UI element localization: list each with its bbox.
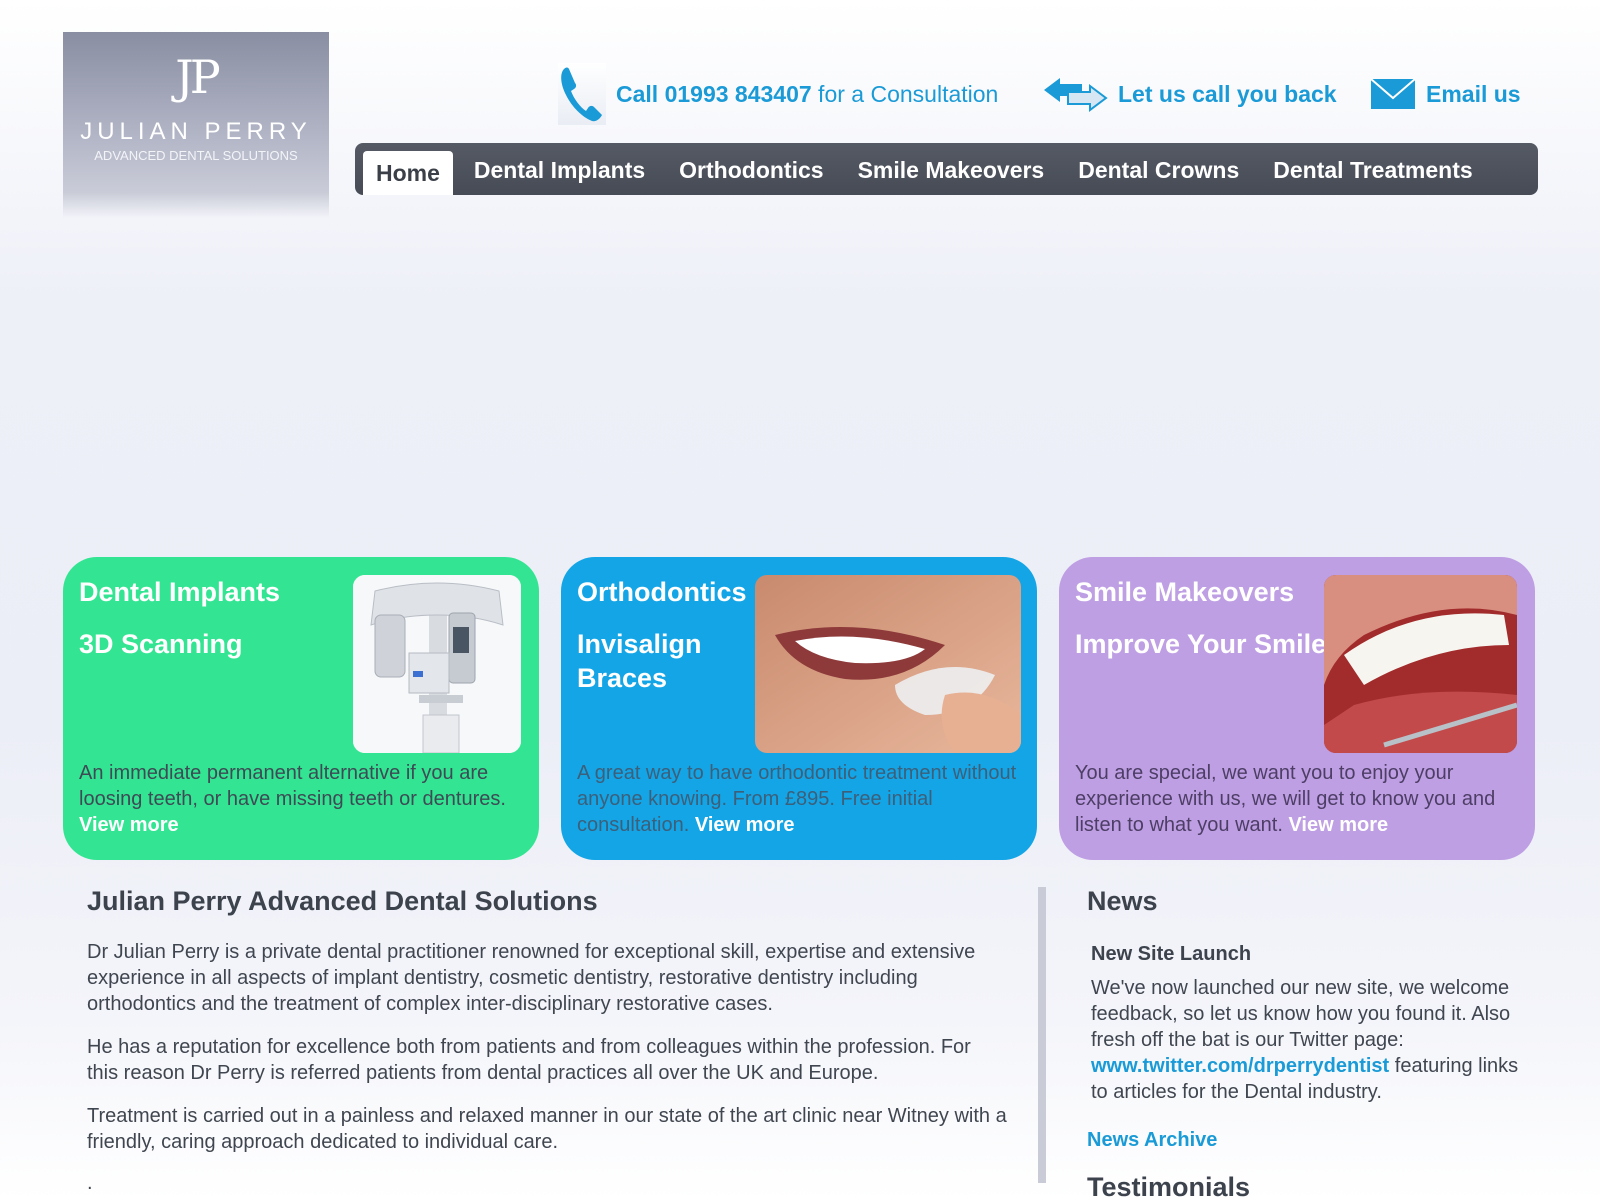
main-nav: Home Dental Implants Orthodontics Smile … bbox=[355, 143, 1538, 195]
call-contact[interactable]: Call 01993 843407 for a Consultation bbox=[558, 63, 998, 125]
phone-icon bbox=[558, 63, 606, 125]
reputation-paragraph: He has a reputation for excellence both … bbox=[87, 1036, 971, 1084]
invisalign-image bbox=[755, 575, 1021, 753]
callback-arrows-icon bbox=[1044, 78, 1108, 112]
smile-image bbox=[1324, 575, 1517, 753]
page-title: Julian Perry Advanced Dental Solutions bbox=[87, 886, 598, 916]
intro-paragraph: Dr Julian Perry is a private dental prac… bbox=[87, 941, 976, 1015]
news-sidebar: News New Site Launch We've now launched … bbox=[1087, 886, 1527, 1200]
site-logo[interactable]: JP JULIAN PERRY ADVANCED DENTAL SOLUTION… bbox=[63, 32, 329, 192]
card-dental-implants[interactable]: Dental Implants 3D Scanning An immediate… bbox=[63, 557, 539, 860]
callback-link[interactable]: Let us call you back bbox=[1118, 81, 1337, 108]
card-description-text: A great way to have orthodontic treatmen… bbox=[577, 762, 1017, 836]
card-subtitle: Improve Your Smile bbox=[1075, 629, 1327, 659]
email-contact[interactable]: Email us bbox=[1370, 64, 1521, 124]
card-description-text: An immediate permanent alternative if yo… bbox=[79, 762, 506, 810]
card-description: An immediate permanent alternative if yo… bbox=[79, 760, 519, 838]
trailing-dot: . bbox=[87, 1172, 93, 1194]
nav-item-home[interactable]: Home bbox=[363, 151, 453, 195]
news-item-title: New Site Launch bbox=[1091, 943, 1252, 965]
card-subtitle: 3D Scanning bbox=[79, 629, 243, 659]
card-title: Orthodontics bbox=[577, 577, 747, 607]
callback-contact[interactable]: Let us call you back bbox=[1042, 64, 1337, 124]
call-number[interactable]: Call 01993 843407 bbox=[616, 81, 812, 107]
nav-item-dental-treatments[interactable]: Dental Treatments bbox=[1256, 149, 1489, 192]
card-title: Dental Implants bbox=[79, 577, 281, 607]
scanner-image bbox=[353, 575, 521, 753]
twitter-link[interactable]: www.twitter.com/drperrydentist bbox=[1091, 1055, 1389, 1077]
nav-item-dental-crowns[interactable]: Dental Crowns bbox=[1061, 149, 1256, 192]
logo-reflection bbox=[63, 192, 329, 218]
news-item-body: We've now launched our new site, we welc… bbox=[1091, 975, 1527, 1105]
logo-name: JULIAN PERRY bbox=[80, 118, 312, 145]
nav-item-orthodontics[interactable]: Orthodontics bbox=[662, 149, 840, 192]
call-suffix: for a Consultation bbox=[811, 80, 999, 107]
nav-item-smile-makeovers[interactable]: Smile Makeovers bbox=[841, 149, 1062, 192]
view-more-link[interactable]: View more bbox=[79, 814, 179, 836]
card-description-text: You are special, we want you to enjoy yo… bbox=[1075, 762, 1496, 836]
call-link[interactable]: Call 01993 843407 for a Consultation bbox=[616, 81, 998, 108]
email-link[interactable]: Email us bbox=[1426, 81, 1521, 108]
view-more-link[interactable]: View more bbox=[695, 814, 795, 836]
treatment-paragraph: Treatment is carried out in a painless a… bbox=[87, 1105, 1007, 1153]
card-smile-makeovers[interactable]: Smile Makeovers Improve Your Smile You a… bbox=[1059, 557, 1535, 860]
news-heading: News bbox=[1087, 886, 1158, 916]
logo-monogram: JP bbox=[175, 50, 220, 104]
logo-tagline: ADVANCED DENTAL SOLUTIONS bbox=[94, 148, 298, 163]
card-orthodontics[interactable]: Orthodontics Invisalign Braces A great w… bbox=[561, 557, 1037, 860]
card-description: A great way to have orthodontic treatmen… bbox=[577, 760, 1017, 838]
nav-item-dental-implants[interactable]: Dental Implants bbox=[457, 149, 662, 192]
testimonials-heading: Testimonials bbox=[1087, 1172, 1251, 1200]
view-more-link[interactable]: View more bbox=[1288, 814, 1388, 836]
envelope-icon bbox=[1370, 78, 1416, 109]
column-divider bbox=[1038, 887, 1046, 1183]
news-archive-link[interactable]: News Archive bbox=[1087, 1129, 1527, 1152]
card-subtitle: Invisalign Braces bbox=[577, 629, 702, 693]
main-content: Julian Perry Advanced Dental Solutions D… bbox=[87, 886, 1007, 1195]
card-description: You are special, we want you to enjoy yo… bbox=[1075, 760, 1515, 838]
card-title: Smile Makeovers bbox=[1075, 577, 1295, 607]
news-body-text: We've now launched our new site, we welc… bbox=[1091, 977, 1511, 1051]
